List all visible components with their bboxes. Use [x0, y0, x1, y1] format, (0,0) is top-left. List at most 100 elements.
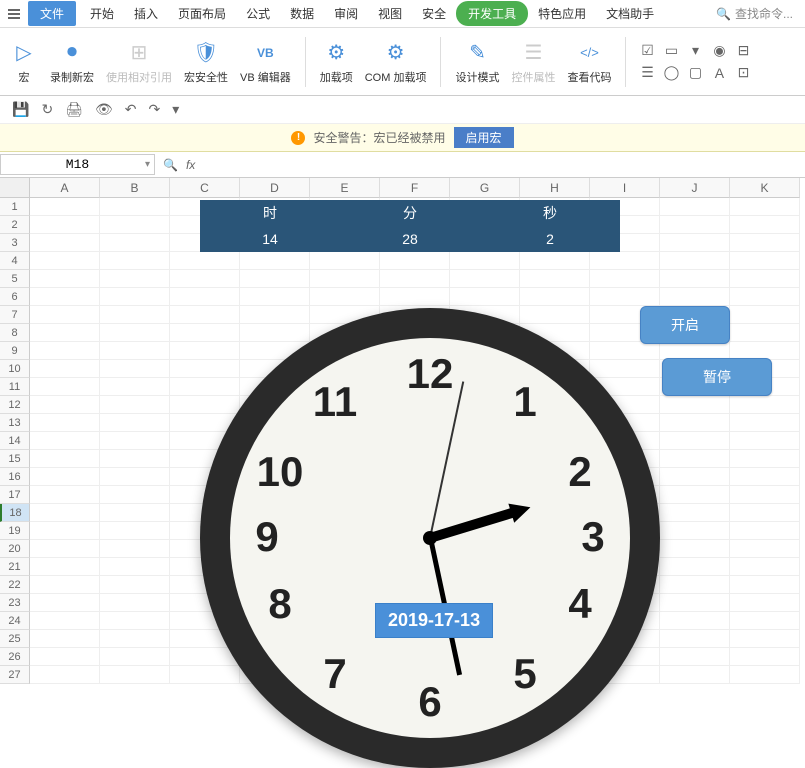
colhead-H[interactable]: H: [520, 178, 590, 198]
colhead-C[interactable]: C: [170, 178, 240, 198]
rowhead-18[interactable]: 18: [0, 504, 30, 522]
menu-data[interactable]: 数据: [280, 1, 324, 26]
menu-insert[interactable]: 插入: [124, 1, 168, 26]
rowhead-23[interactable]: 23: [0, 594, 30, 612]
rowhead-27[interactable]: 27: [0, 666, 30, 684]
rowhead-5[interactable]: 5: [0, 270, 30, 288]
rowhead-26[interactable]: 26: [0, 648, 30, 666]
ribbon-macrosecurity[interactable]: 🛡 宏安全性: [182, 37, 230, 87]
menu-start[interactable]: 开始: [80, 1, 124, 26]
colhead-G[interactable]: G: [450, 178, 520, 198]
menu-file[interactable]: 文件: [28, 1, 76, 26]
rowhead-14[interactable]: 14: [0, 432, 30, 450]
rowhead-2[interactable]: 2: [0, 216, 30, 234]
menu-devtools[interactable]: 开发工具: [456, 1, 528, 26]
rowhead-4[interactable]: 4: [0, 252, 30, 270]
ribbon-label: 宏: [19, 69, 30, 85]
textbox-control-icon[interactable]: ▭: [662, 42, 680, 60]
print-icon[interactable]: 🖨: [65, 101, 83, 118]
rowhead-13[interactable]: 13: [0, 414, 30, 432]
ribbon-vbeditor[interactable]: VB VB 编辑器: [238, 37, 293, 87]
rowhead-16[interactable]: 16: [0, 468, 30, 486]
saveas-icon[interactable]: ↻: [41, 101, 53, 118]
ribbon-label: 设计模式: [455, 69, 499, 85]
rowhead-6[interactable]: 6: [0, 288, 30, 306]
undo-icon[interactable]: ↶: [125, 101, 137, 118]
rowhead-17[interactable]: 17: [0, 486, 30, 504]
fx-icon[interactable]: fx: [186, 158, 195, 172]
radio-control-icon[interactable]: ◯: [662, 64, 680, 82]
redo-icon[interactable]: ↷: [148, 101, 160, 118]
menu-special[interactable]: 特色应用: [528, 1, 596, 26]
colhead-K[interactable]: K: [730, 178, 800, 198]
dropdown-icon[interactable]: ▾: [172, 101, 179, 118]
rowhead-8[interactable]: 8: [0, 324, 30, 342]
zoom-icon[interactable]: 🔍: [163, 158, 178, 172]
save-icon[interactable]: 💾: [12, 101, 29, 118]
menu-security[interactable]: 安全: [412, 1, 456, 26]
ribbon-design[interactable]: ✎ 设计模式: [453, 37, 501, 87]
menu-view[interactable]: 视图: [368, 1, 412, 26]
security-icon: 🛡: [192, 39, 220, 67]
label-control-icon[interactable]: A: [710, 64, 728, 82]
ribbon-record[interactable]: ⏺ 录制新宏: [48, 37, 96, 87]
control-palette: ☑ ▭ ▾ ◉ ⊟ ☰ ◯ ▢ A ⊡: [638, 42, 754, 82]
menu-dochelper[interactable]: 文档助手: [596, 1, 664, 26]
clock-num-11: 11: [310, 378, 360, 426]
cells-area[interactable]: 时 分 秒 14 28 2 开启 暂停 12 1: [30, 198, 805, 684]
formulabar: M18 🔍 fx: [0, 152, 805, 178]
frame-control-icon[interactable]: ▢: [686, 64, 704, 82]
ribbon-label: 加载项: [320, 69, 353, 85]
warning-text: 安全警告：宏已经被禁用: [313, 129, 445, 146]
colhead-F[interactable]: F: [380, 178, 450, 198]
preview-icon[interactable]: 👁: [95, 101, 113, 118]
rowhead-25[interactable]: 25: [0, 630, 30, 648]
ribbon-label: 查看代码: [567, 69, 611, 85]
combo-control-icon[interactable]: ▾: [686, 42, 704, 60]
hamburger-icon[interactable]: [4, 5, 24, 23]
time-value-min: 28: [340, 226, 480, 252]
rowhead-10[interactable]: 10: [0, 360, 30, 378]
rowhead-9[interactable]: 9: [0, 342, 30, 360]
ribbon-viewcode[interactable]: </> 查看代码: [565, 37, 613, 87]
colhead-D[interactable]: D: [240, 178, 310, 198]
pause-button[interactable]: 暂停: [662, 358, 772, 396]
enable-macro-button[interactable]: 启用宏: [454, 127, 514, 148]
ribbon-addin[interactable]: ⚙ 加载项: [318, 37, 355, 87]
list-control-icon[interactable]: ☰: [638, 64, 656, 82]
colhead-J[interactable]: J: [660, 178, 730, 198]
ribbon-macro[interactable]: ▷ 宏: [8, 37, 40, 87]
menu-pagelayout[interactable]: 页面布局: [168, 1, 236, 26]
namebox[interactable]: M18: [0, 154, 155, 175]
rowhead-22[interactable]: 22: [0, 576, 30, 594]
button-control-icon[interactable]: ⊟: [734, 42, 752, 60]
rowhead-24[interactable]: 24: [0, 612, 30, 630]
ribbon-label: VB 编辑器: [240, 69, 291, 85]
rowhead-3[interactable]: 3: [0, 234, 30, 252]
colhead-E[interactable]: E: [310, 178, 380, 198]
clock-num-10: 10: [255, 448, 305, 496]
hour-hand: [429, 507, 518, 543]
colhead-A[interactable]: A: [30, 178, 100, 198]
rowhead-19[interactable]: 19: [0, 522, 30, 540]
menu-formula[interactable]: 公式: [236, 1, 280, 26]
select-all-corner[interactable]: [0, 178, 30, 198]
rowhead-15[interactable]: 15: [0, 450, 30, 468]
ribbon-comaddin[interactable]: ⚙ COM 加载项: [363, 37, 429, 87]
image-control-icon[interactable]: ⊡: [734, 64, 752, 82]
rowhead-1[interactable]: 1: [0, 198, 30, 216]
menu-review[interactable]: 审阅: [324, 1, 368, 26]
menu-search[interactable]: 🔍 查找命令...: [716, 5, 801, 22]
colhead-I[interactable]: I: [590, 178, 660, 198]
checkbox-control-icon[interactable]: ☑: [638, 42, 656, 60]
rowhead-7[interactable]: 7: [0, 306, 30, 324]
security-warning-bar: ! 安全警告：宏已经被禁用 启用宏: [0, 124, 805, 152]
rowhead-21[interactable]: 21: [0, 558, 30, 576]
formula-input[interactable]: [203, 155, 805, 174]
spin-control-icon[interactable]: ◉: [710, 42, 728, 60]
rowhead-11[interactable]: 11: [0, 378, 30, 396]
ribbon: ▷ 宏 ⏺ 录制新宏 ⊞ 使用相对引用 🛡 宏安全性 VB VB 编辑器 ⚙ 加…: [0, 28, 805, 96]
colhead-B[interactable]: B: [100, 178, 170, 198]
rowhead-20[interactable]: 20: [0, 540, 30, 558]
rowhead-12[interactable]: 12: [0, 396, 30, 414]
